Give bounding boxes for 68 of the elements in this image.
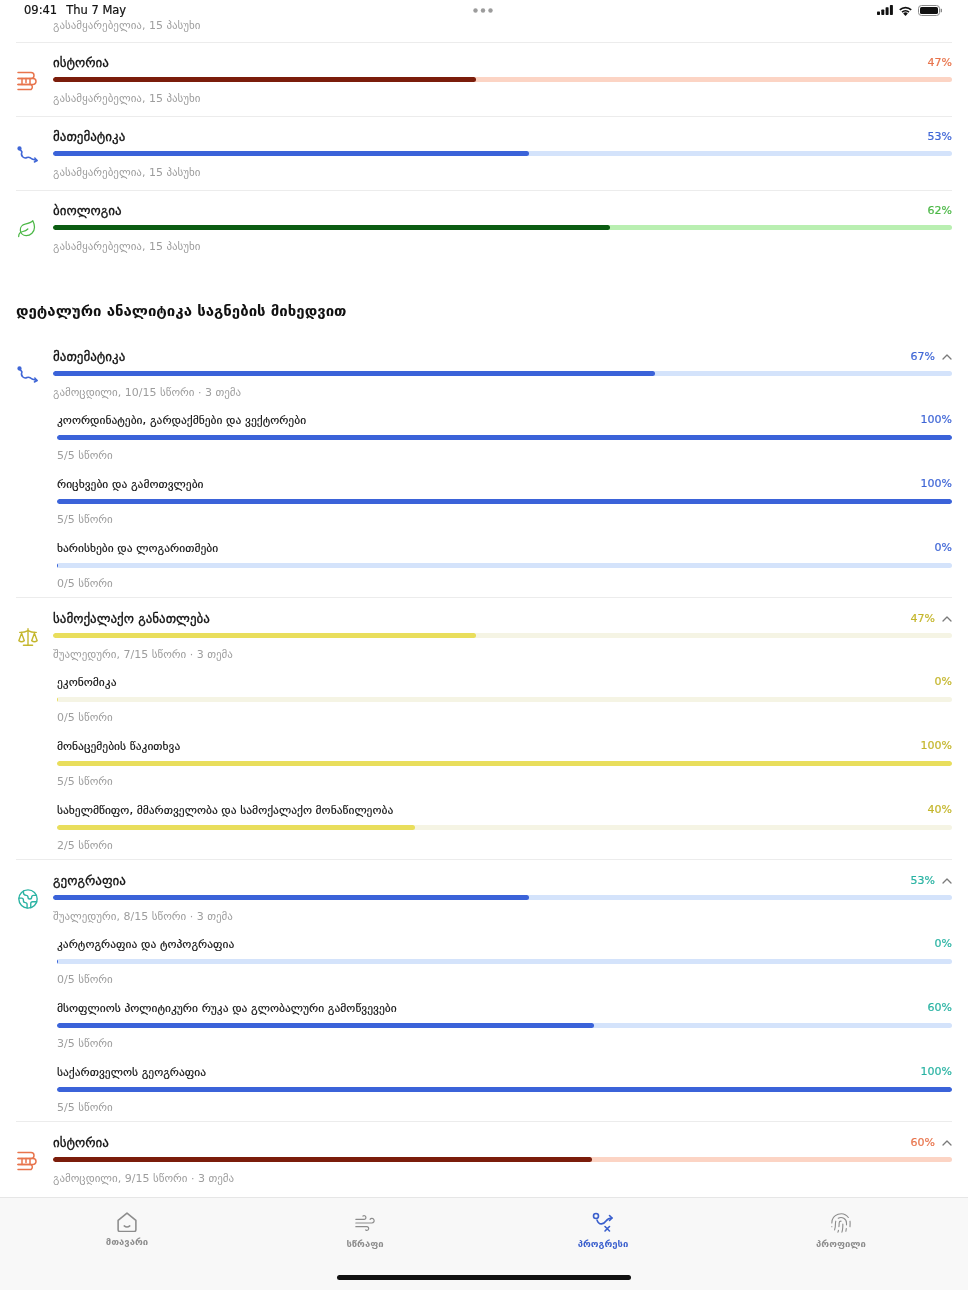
chevron-up-icon[interactable] [942, 1140, 952, 1146]
topic-count: 3/5 სწორი [57, 1037, 114, 1051]
topic-title: საქართველოს გეოგრაფია [57, 1065, 207, 1079]
percent-label: 62% [927, 204, 952, 218]
topic-title: ხარისხები და ლოგარითმები [57, 541, 219, 555]
percent-label: 60% [910, 1136, 935, 1150]
tab-button[interactable]: სწრაფი [346, 1212, 384, 1250]
chevron-up-icon[interactable] [942, 878, 952, 884]
percent-label: 53% [910, 874, 935, 888]
topic-count: 5/5 სწორი [57, 513, 114, 527]
percent-label: 100% [920, 477, 952, 491]
ellipsis-icon[interactable] [473, 7, 493, 13]
percent-label: 0% [934, 541, 952, 555]
chevron-up-icon[interactable] [942, 354, 952, 360]
topic-count: 5/5 სწორი [57, 775, 114, 789]
percent-label: 100% [920, 413, 952, 427]
topic-title: სახელმწიფო, მმართველობა და სამოქალაქო მონაწილეობა [57, 803, 394, 817]
topic-count: 0/5 სწორი [57, 711, 114, 725]
subject-title: ისტორია [53, 55, 109, 71]
subject-title: ისტორია [53, 1135, 109, 1151]
percent-label: 60% [927, 1001, 952, 1015]
route-icon [592, 1212, 614, 1234]
percent-label: 100% [920, 739, 952, 753]
topic-title: მსოფლიოს პოლიტიკური რუკა და გლობალური გამოწვევები [57, 1001, 397, 1015]
section-heading: დეტალური ანალიტიკა საგნების მიხედვით [16, 301, 348, 321]
subject-subtitle: გასამყარებელია, 15 პასუხი [53, 166, 202, 180]
battery-icon [918, 4, 942, 16]
topic-count: 0/5 სწორი [57, 973, 114, 987]
status-date: Thu 7 May [66, 3, 127, 17]
subject-title: მათემატიკა [53, 349, 126, 365]
subject-title: ბიოლოგია [53, 203, 122, 219]
subject-subtitle: გასამყარებელია, 15 პასუხი [53, 20, 201, 32]
wifi-icon [898, 4, 913, 16]
subject-title: სამოქალაქო განათლება [53, 611, 210, 627]
house-icon [117, 1212, 137, 1232]
topic-title: კოორდინატები, გარდაქმნები და ვექტორები [57, 413, 307, 427]
percent-label: 53% [927, 130, 952, 144]
subject-subtitle: შუალედური, 8/15 სწორი · 3 თემა [53, 910, 234, 924]
percent-label: 67% [910, 350, 935, 364]
topic-count: 2/5 სწორი [57, 839, 114, 853]
wind-icon [354, 1212, 376, 1234]
subject-subtitle: გამოცდილი, 10/15 სწორი · 3 თემა [53, 386, 243, 400]
fingerprint-icon [830, 1212, 852, 1234]
percent-label: 47% [910, 612, 935, 626]
percent-label: 0% [934, 937, 952, 951]
topic-title: რიცხვები და გამოთვლები [57, 477, 204, 491]
percent-label: 47% [927, 56, 952, 70]
subject-subtitle: გასამყარებელია, 15 პასუხი [53, 240, 202, 254]
topic-count: 5/5 სწორი [57, 449, 114, 463]
subject-title: მათემატიკა [53, 129, 126, 145]
chevron-up-icon[interactable] [942, 616, 952, 622]
signal-icon [877, 5, 893, 15]
topic-title: მონაცემების წაკითხვა [57, 739, 181, 753]
percent-label: 40% [927, 803, 952, 817]
topic-count: 5/5 სწორი [57, 1101, 114, 1115]
subject-subtitle: გასამყარებელია, 15 პასუხი [53, 92, 202, 106]
topic-count: 0/5 სწორი [57, 577, 114, 591]
tab-button[interactable]: მთავარი [105, 1212, 149, 1250]
percent-label: 100% [920, 1065, 952, 1079]
subject-subtitle: გამოცდილი, 9/15 სწორი · 3 თემა [53, 1172, 236, 1186]
tab-button[interactable]: პროგრესი [577, 1212, 629, 1250]
percent-label: 0% [934, 675, 952, 689]
topic-title: ეკონომიკა [57, 675, 117, 689]
subject-title: გეოგრაფია [53, 873, 126, 889]
status-time: 09:41 [24, 3, 58, 17]
subject-subtitle: შუალედური, 7/15 სწორი · 3 თემა [53, 648, 234, 662]
topic-title: კარტოგრაფია და ტოპოგრაფია [57, 937, 235, 951]
tab-button[interactable]: პროფილი [816, 1212, 866, 1250]
